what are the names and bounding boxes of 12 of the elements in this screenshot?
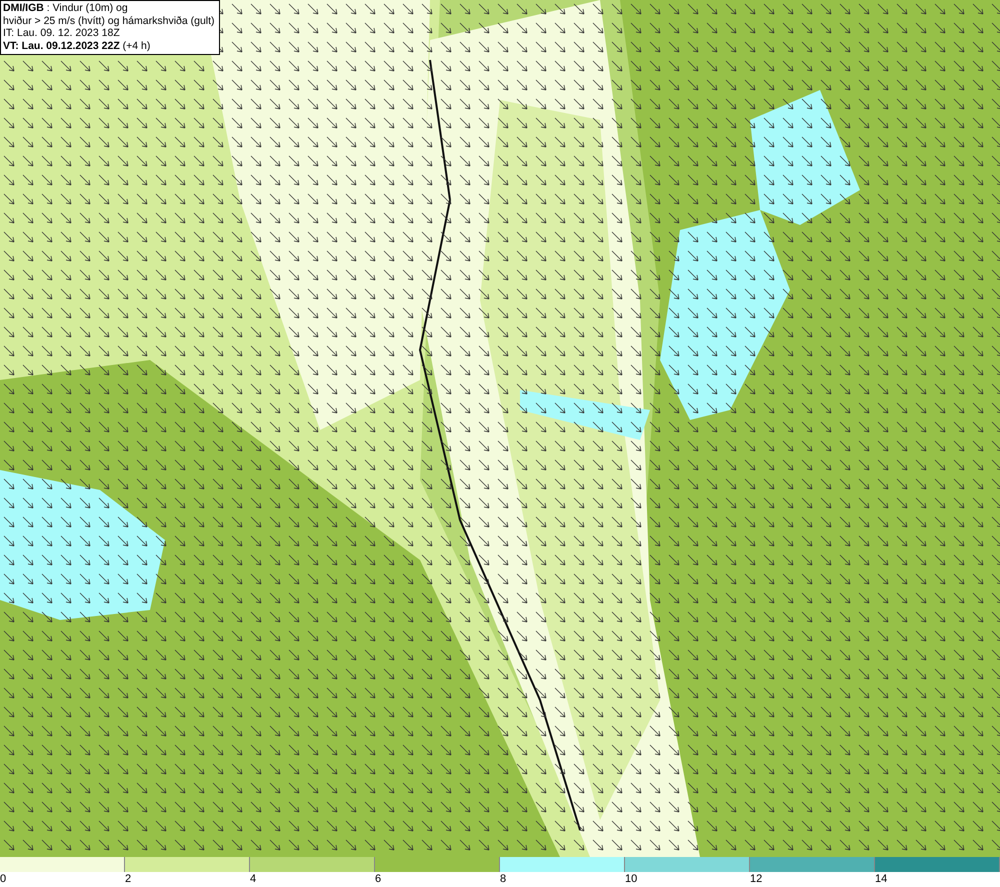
legend-tick-label: 8 bbox=[500, 872, 506, 886]
legend-tick-label: 0 bbox=[0, 872, 6, 886]
info-text: hviður > 25 m/s (hvítt) og hámarkshviða (gult) bbox=[3, 14, 215, 27]
legend-tick-label: 2 bbox=[125, 872, 132, 886]
info-text: IT: Lau. 09. 12. 2023 18Z bbox=[3, 27, 121, 40]
legend-tick-label: 4 bbox=[250, 872, 256, 886]
info-text: VT: Lau. 09.12.2023 22Z (+4 h) bbox=[3, 40, 152, 52]
legend-tick-label: 6 bbox=[375, 872, 382, 886]
legend-tick-label: 12 bbox=[750, 872, 762, 886]
legend-tick-label: 10 bbox=[625, 872, 638, 886]
info-text: DMI/IGB : Vindur (10m) og bbox=[3, 2, 129, 14]
legend-tick-label: 14 bbox=[875, 872, 888, 886]
